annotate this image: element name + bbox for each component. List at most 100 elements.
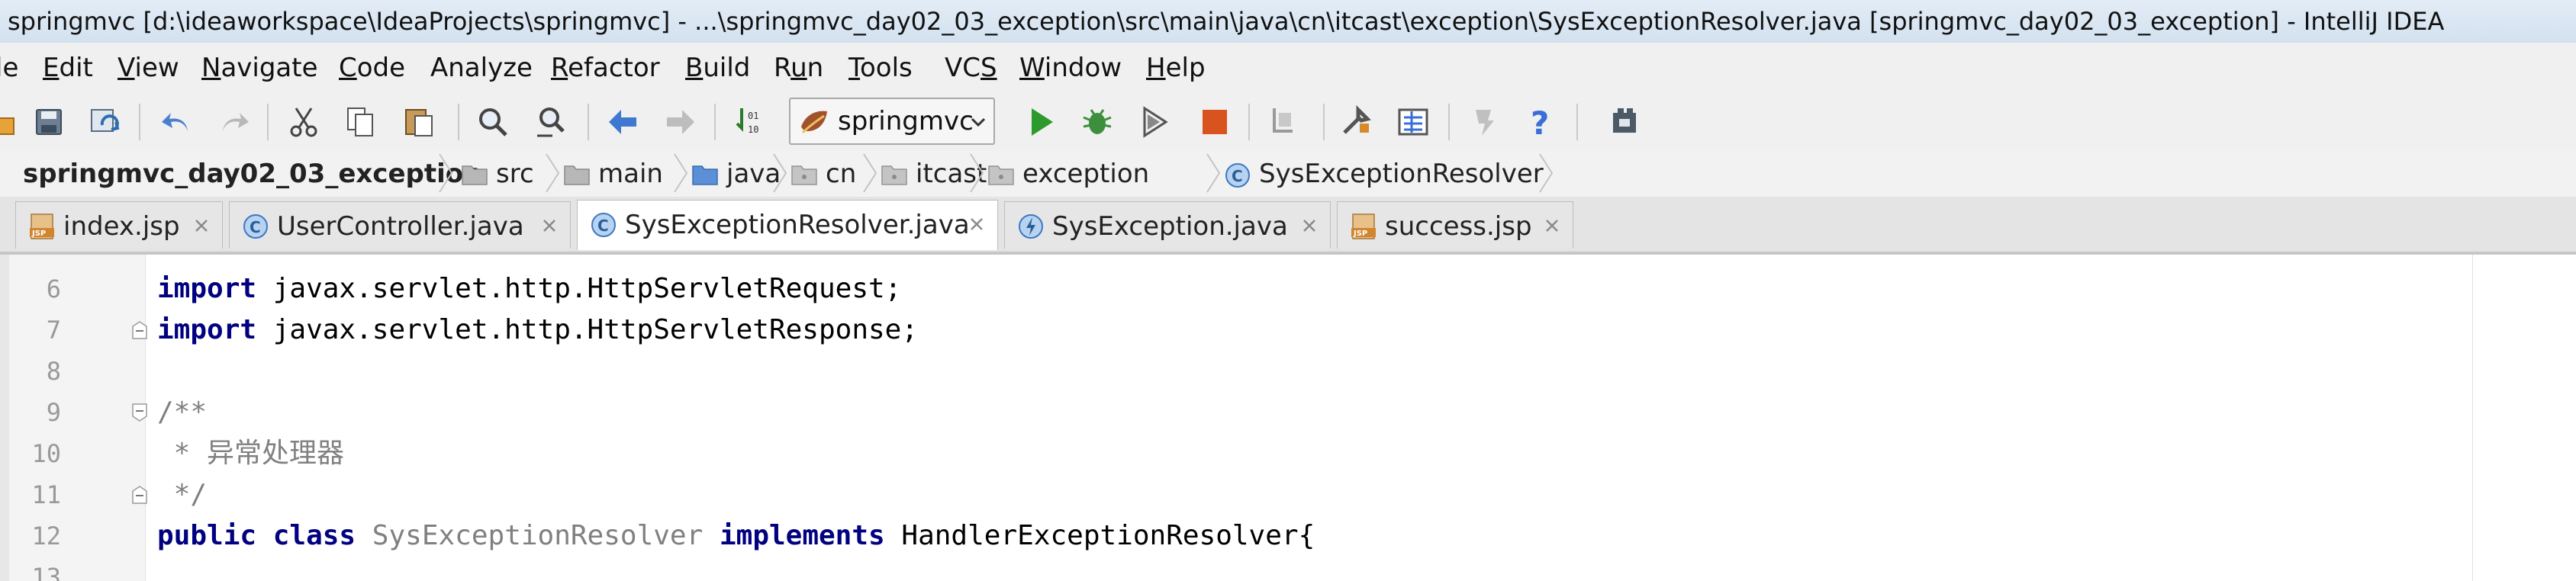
menu-run[interactable]: Run: [774, 52, 823, 84]
close-icon[interactable]: [192, 216, 211, 236]
code-line[interactable]: */: [157, 474, 207, 515]
breadcrumb-chevron-icon: [543, 152, 562, 194]
menu-le[interactable]: le: [0, 52, 18, 84]
navigation-breadcrumb: springmvc_day02_03_exception src main java c…: [0, 151, 2576, 197]
svg-text:C: C: [597, 217, 609, 235]
make-project-icon[interactable]: 01 10: [731, 102, 771, 142]
menu-window[interactable]: Window: [1019, 52, 1122, 84]
save-all-icon[interactable]: [29, 102, 69, 142]
redo-icon[interactable]: [214, 102, 253, 142]
close-icon[interactable]: [1542, 216, 1562, 236]
close-icon[interactable]: [1299, 216, 1319, 236]
folder-icon: [461, 162, 488, 186]
copy-icon[interactable]: [340, 102, 380, 142]
tab-sysexceptionresolver-java[interactable]: C SysExceptionResolver.java: [577, 200, 998, 250]
breadcrumb-chevron-icon: [436, 152, 455, 194]
tab-usercontroller-java[interactable]: C UserController.java: [229, 201, 571, 249]
code-token: javax.servlet.http.HttpServletRequest;: [272, 273, 902, 304]
cut-icon[interactable]: [284, 102, 324, 142]
code-keyword: implements: [719, 520, 885, 551]
menu-help[interactable]: Help: [1146, 52, 1206, 84]
code-line[interactable]: import javax.servlet.http.HttpServletRes…: [157, 310, 918, 351]
menu-edit[interactable]: Edit: [43, 52, 93, 84]
code-comment: /**: [157, 396, 208, 428]
jsp-file-icon: JSP: [28, 213, 56, 240]
line-number: 12: [31, 522, 61, 551]
forward-icon[interactable]: [661, 102, 700, 142]
coverage-icon[interactable]: [1135, 102, 1175, 142]
back-icon[interactable]: [603, 102, 642, 142]
tab-success-jsp[interactable]: JSP success.jsp: [1337, 201, 1573, 249]
breadcrumb-label: springmvc_day02_03_exception: [23, 159, 482, 189]
breadcrumb-label: src: [496, 159, 534, 189]
toolbar-separator: [1248, 104, 1250, 140]
project-structure-icon[interactable]: [1337, 102, 1377, 142]
code-line[interactable]: public class SysExceptionResolver implem…: [157, 515, 1315, 557]
package-icon: [791, 162, 818, 186]
toolbar-separator: [588, 104, 589, 140]
line-number: 11: [31, 480, 61, 509]
svg-text:JSP: JSP: [1353, 230, 1367, 238]
breadcrumb-chevron-icon: [1204, 152, 1222, 194]
tab-sysexception-java[interactable]: SysException.java: [1004, 201, 1331, 249]
chevron-down-icon: [968, 111, 989, 133]
menu-tools[interactable]: Tools: [848, 52, 913, 84]
sdk-icon[interactable]: [1463, 102, 1503, 142]
code-line[interactable]: import javax.servlet.http.HttpServletReq…: [157, 268, 901, 310]
paste-icon[interactable]: [400, 102, 440, 142]
class-icon: C: [1224, 162, 1251, 188]
debug-icon[interactable]: [1077, 102, 1117, 142]
open-folder-icon[interactable]: [0, 102, 20, 142]
plugin-icon[interactable]: [1605, 102, 1645, 142]
code-editor[interactable]: 6 import javax.servlet.http.HttpServletRe…: [0, 255, 2576, 581]
code-line[interactable]: /**: [157, 392, 207, 433]
class-file-icon: C: [242, 213, 269, 240]
breadcrumb-chevron-icon: [861, 152, 879, 194]
breadcrumb-label: cn: [826, 159, 857, 189]
breadcrumb-chevron-icon: [968, 152, 986, 194]
svg-text:JSP: JSP: [31, 230, 46, 238]
toolbar-separator: [1448, 104, 1450, 140]
menu-build[interactable]: Build: [685, 52, 750, 84]
menu-view[interactable]: View: [118, 52, 179, 84]
fold-marker-icon[interactable]: [131, 403, 148, 422]
help-icon[interactable]: ?: [1521, 102, 1561, 142]
menu-refactor[interactable]: Refactor: [551, 52, 660, 84]
stop-icon[interactable]: [1195, 102, 1235, 142]
right-margin-guide: [2472, 255, 2473, 581]
breadcrumb-chevron-icon: [671, 152, 690, 194]
toolbar-separator: [1576, 104, 1578, 140]
folder-icon: [563, 162, 591, 186]
run-configuration-dropdown[interactable]: springmvc: [789, 98, 995, 145]
replace-icon[interactable]: [531, 102, 571, 142]
code-token: SysExceptionResolver: [372, 520, 704, 551]
breadcrumb-chevron-icon: [771, 152, 789, 194]
tab-index-jsp[interactable]: JSP index.jsp: [15, 201, 223, 249]
fold-marker-icon[interactable]: [131, 485, 148, 505]
close-icon[interactable]: [539, 216, 559, 236]
line-number: 9: [46, 398, 61, 427]
menu-analyze[interactable]: Analyze: [430, 52, 533, 84]
undo-icon[interactable]: [157, 102, 197, 142]
code-keyword: import: [157, 314, 257, 345]
breadcrumb-chevron-icon: [1537, 152, 1555, 194]
menu-navigate[interactable]: Navigate: [201, 52, 318, 84]
tab-label: UserController.java: [277, 211, 524, 242]
tab-label: index.jsp: [63, 211, 180, 242]
vcs-update-icon[interactable]: [1264, 102, 1303, 142]
main-toolbar: 01 10 springmvc ?: [0, 93, 2576, 152]
run-icon[interactable]: [1021, 102, 1061, 142]
close-icon[interactable]: [967, 214, 987, 234]
menu-code[interactable]: Code: [339, 52, 405, 84]
fold-marker-icon[interactable]: [131, 320, 148, 340]
settings-icon[interactable]: [1393, 102, 1433, 142]
toolbar-separator: [267, 104, 269, 140]
svg-text:C: C: [250, 218, 261, 236]
svg-text:10: 10: [748, 124, 758, 135]
code-line[interactable]: * 异常处理器: [157, 433, 344, 474]
find-icon[interactable]: [473, 102, 513, 142]
left-strip: [0, 255, 9, 581]
synchronize-icon[interactable]: [85, 102, 125, 142]
menu-vcs[interactable]: VCS: [945, 52, 997, 84]
breadcrumb-label: main: [598, 159, 663, 189]
